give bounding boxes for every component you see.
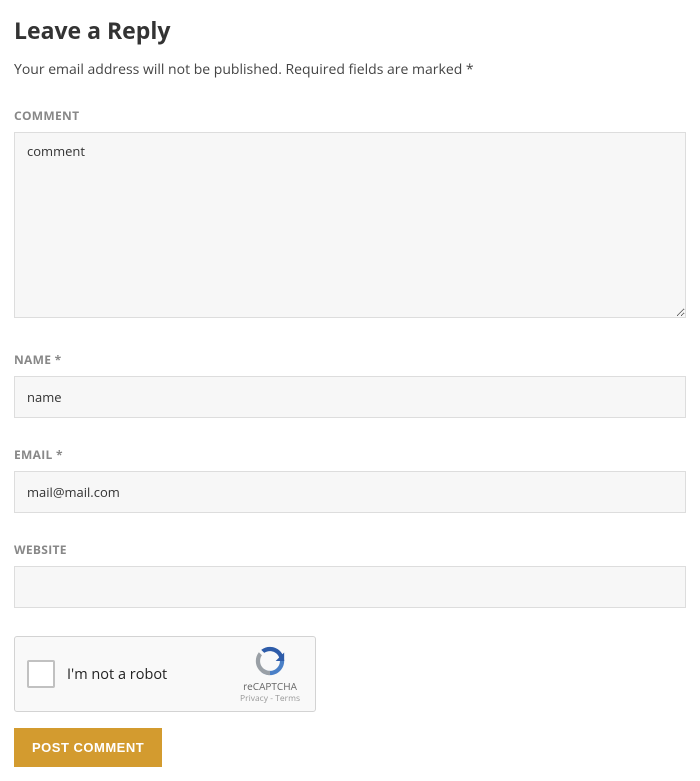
recaptcha-checkbox[interactable]	[27, 660, 55, 688]
comment-label: COMMENT	[14, 107, 686, 124]
form-heading: Leave a Reply	[14, 14, 686, 46]
website-input[interactable]	[14, 566, 686, 608]
email-input[interactable]	[14, 471, 686, 513]
recaptcha-icon	[253, 644, 287, 678]
name-label: NAME *	[14, 351, 686, 368]
recaptcha-terms-text: Privacy - Terms	[240, 693, 300, 704]
field-website: WEBSITE	[14, 541, 686, 608]
website-label: WEBSITE	[14, 541, 686, 558]
recaptcha-brand-text: reCAPTCHA	[243, 680, 297, 693]
field-comment: COMMENT	[14, 107, 686, 323]
form-subtext: Your email address will not be published…	[14, 60, 686, 79]
recaptcha-branding: reCAPTCHA Privacy - Terms	[237, 644, 303, 704]
field-email: EMAIL *	[14, 446, 686, 513]
name-input[interactable]	[14, 376, 686, 418]
comment-textarea[interactable]	[14, 132, 686, 318]
recaptcha-widget: I'm not a robot reCAPTCHA Privacy - Term…	[14, 636, 316, 712]
email-label: EMAIL *	[14, 446, 686, 463]
post-comment-button[interactable]: POST COMMENT	[14, 728, 162, 767]
recaptcha-label: I'm not a robot	[67, 665, 237, 684]
field-name: NAME *	[14, 351, 686, 418]
